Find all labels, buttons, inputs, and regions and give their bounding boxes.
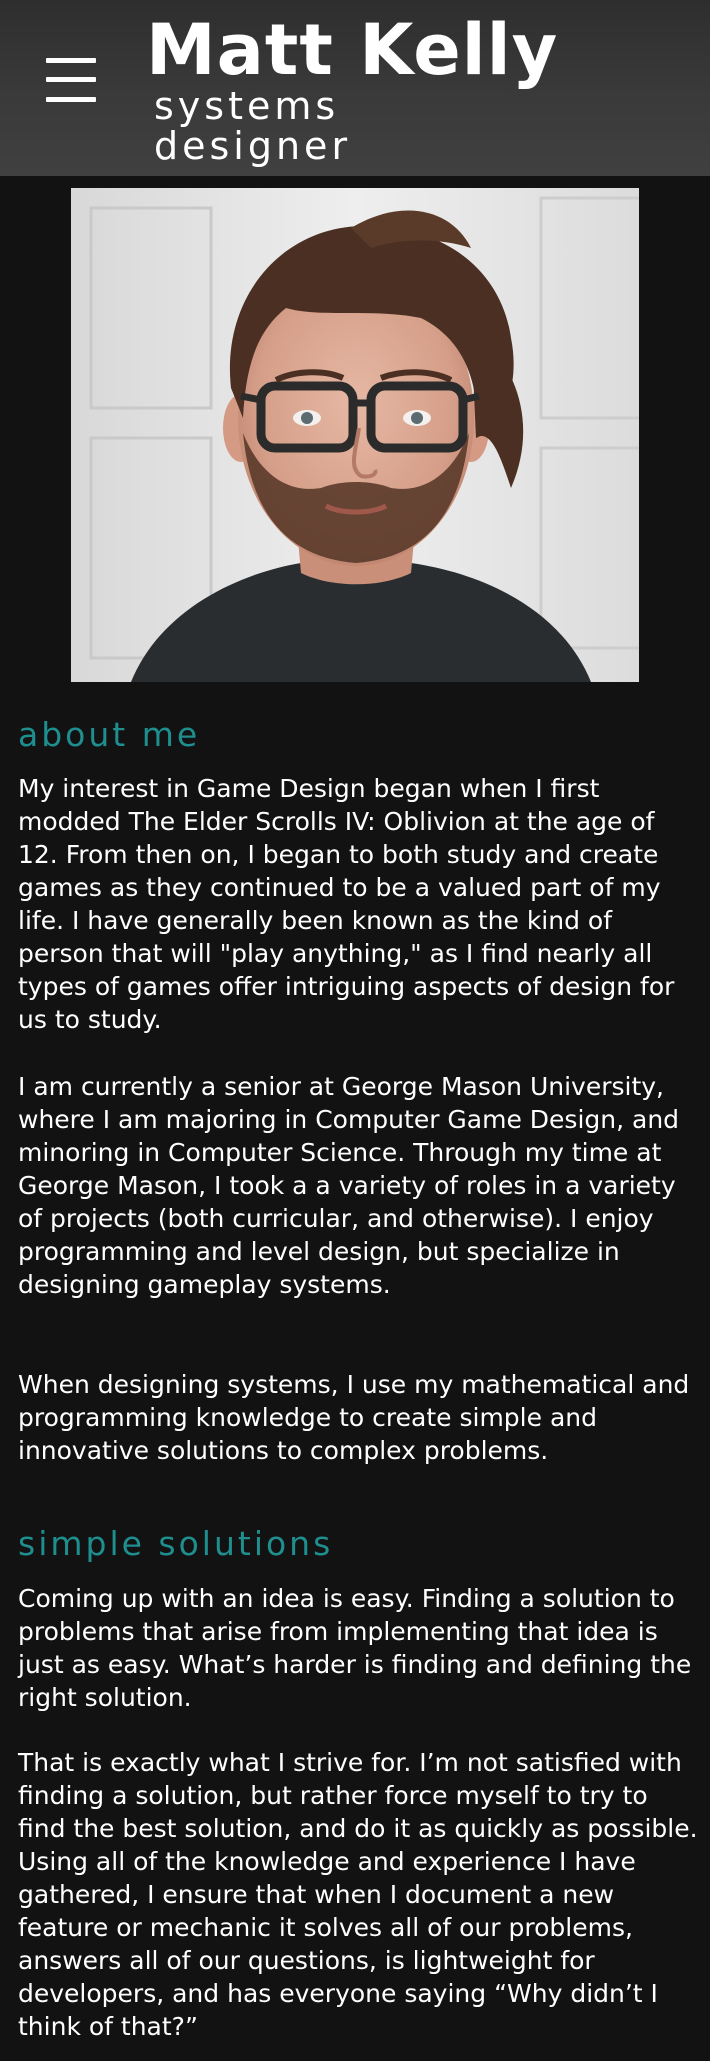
site-name[interactable]: Matt Kelly [146, 8, 558, 92]
simple-solutions-heading: Simple Solutions [18, 1524, 334, 1563]
solutions-paragraph-1: Coming up with an idea is easy. Finding … [18, 1584, 692, 1712]
site-role-line-1: Systems [154, 84, 340, 128]
portrait-illustration [71, 188, 639, 682]
hamburger-menu-icon[interactable] [46, 55, 96, 103]
about-paragraph-3: When designing systems, I use my mathema… [18, 1370, 690, 1465]
menu-bar [46, 58, 96, 63]
solutions-paragraph-2: That is exactly what I strive for. I’m n… [18, 1748, 698, 2041]
about-paragraph-1: My interest in Game Design began when I … [18, 774, 675, 1034]
about-me-heading: About Me [18, 715, 201, 754]
menu-bar [46, 77, 96, 82]
menu-bar [46, 97, 96, 102]
site-header: Matt Kelly Systems Designer [0, 0, 710, 176]
site-role-line-2: Designer [154, 124, 352, 168]
about-paragraph-2: I am currently a senior at George Mason … [18, 1072, 680, 1299]
site-role: Systems Designer [154, 86, 454, 166]
portrait-photo [71, 188, 639, 682]
